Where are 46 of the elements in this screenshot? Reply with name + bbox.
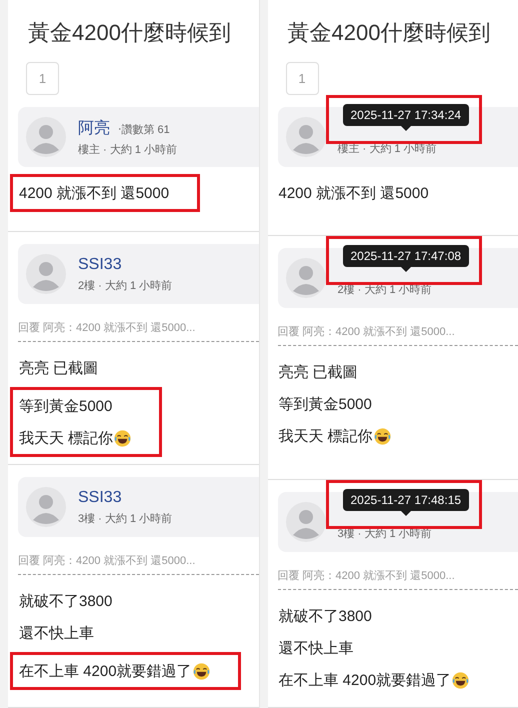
timestamp-tooltip: 2025-11-27 17:34:24 bbox=[342, 104, 470, 126]
laughing-emoji-icon bbox=[374, 428, 391, 444]
post-meta: 3樓 · 大約 1 小時前 bbox=[338, 526, 432, 540]
tooltip-pointer-icon bbox=[400, 511, 411, 516]
avatar-icon bbox=[286, 258, 326, 298]
thread-title: 黃金4200什麼時候到 bbox=[288, 19, 492, 47]
post-meta: 樓主 · 大約 1 小時前 bbox=[78, 142, 178, 156]
timestamp-tooltip: 2025-11-27 17:47:08 bbox=[342, 245, 470, 267]
post-text: 等到黃金5000 bbox=[278, 394, 372, 414]
post-text: 4200 就漲不到 還5000 bbox=[19, 184, 170, 202]
tooltip-pointer-icon bbox=[400, 267, 411, 272]
post-text: 還不快上車 bbox=[19, 624, 94, 642]
thread-title: 黃金4200什麼時候到 bbox=[28, 19, 232, 47]
laughing-emoji-icon bbox=[192, 662, 210, 680]
post-text: 我天天 標記你 bbox=[19, 428, 114, 448]
reply-quote: 回覆 阿亮：4200 就漲不到 還5000... bbox=[18, 553, 258, 575]
post-text: 亮亮 已截圖 bbox=[19, 358, 98, 378]
user-name[interactable]: 阿亮 bbox=[78, 118, 110, 138]
avatar-icon bbox=[26, 254, 66, 294]
reply-quote: 回覆 阿亮：4200 就漲不到 還5000... bbox=[278, 568, 518, 590]
reply-quote: 回覆 阿亮：4200 就漲不到 還5000... bbox=[278, 324, 518, 346]
post-text: 就破不了3800 bbox=[19, 592, 112, 610]
user-name[interactable]: SSI33 bbox=[78, 256, 122, 274]
reply-quote: 回覆 阿亮：4200 就漲不到 還5000... bbox=[18, 320, 258, 342]
laughing-emoji-icon bbox=[452, 672, 470, 688]
tooltip-pointer-icon bbox=[400, 126, 411, 131]
post-text: 在不上車 4200就要錯過了 bbox=[19, 662, 192, 680]
post-text: 在不上車 4200就要錯過了 bbox=[278, 670, 452, 690]
post-text: 就破不了3800 bbox=[278, 606, 372, 626]
post-meta: 2樓 · 大約 1 小時前 bbox=[338, 282, 432, 296]
post-text: 等到黃金5000 bbox=[19, 396, 112, 416]
avatar-icon bbox=[26, 117, 66, 157]
timestamp-tooltip: 2025-11-27 17:48:15 bbox=[342, 489, 470, 511]
post-meta: 3樓 · 大約 1 小時前 bbox=[78, 512, 172, 526]
avatar-icon bbox=[286, 502, 326, 542]
post-meta: 2樓 · 大約 1 小時前 bbox=[78, 278, 172, 292]
avatar-icon bbox=[286, 117, 326, 157]
post-text: 4200 就漲不到 還5000 bbox=[278, 184, 429, 202]
rank-label: ‧讚數第 61 bbox=[118, 122, 170, 136]
post-meta: 樓主 · 大約 1 小時前 bbox=[338, 142, 437, 156]
post-text: 亮亮 已截圖 bbox=[278, 362, 358, 382]
user-name[interactable]: SSI33 bbox=[78, 488, 122, 506]
post-text: 我天天 標記你 bbox=[278, 426, 373, 446]
avatar-icon bbox=[26, 487, 66, 527]
post-text: 還不快上車 bbox=[278, 638, 354, 658]
laughing-emoji-icon bbox=[114, 430, 132, 446]
